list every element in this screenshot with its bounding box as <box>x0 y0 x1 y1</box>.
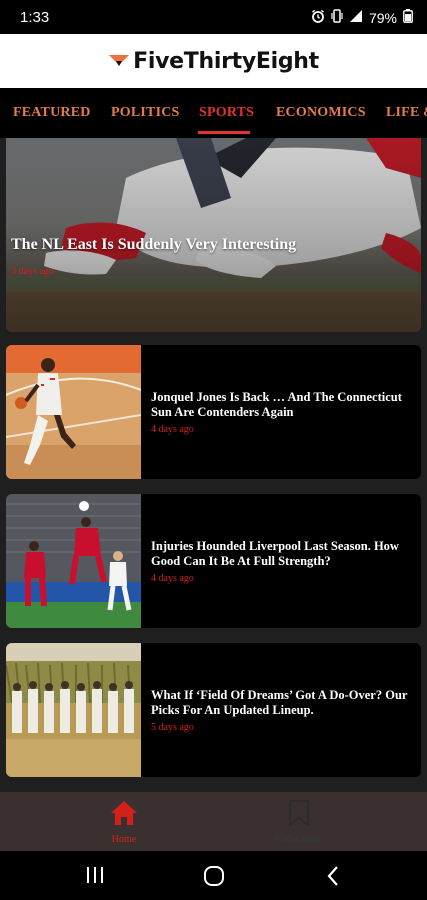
article-feed[interactable]: The NL East Is Suddenly Very Interesting… <box>0 138 427 792</box>
app-header: FiveThirtyEight <box>0 34 427 88</box>
alarm-icon <box>311 9 325 26</box>
hero-article[interactable]: The NL East Is Suddenly Very Interesting… <box>6 138 421 332</box>
fivethirtyeight-logo: FiveThirtyEight <box>108 49 319 74</box>
article-card-body: What If ‘Field Of Dreams’ Got A Do-Over?… <box>151 643 413 777</box>
article-title[interactable]: What If ‘Field Of Dreams’ Got A Do-Over?… <box>151 688 413 718</box>
article-card[interactable]: What If ‘Field Of Dreams’ Got A Do-Over?… <box>6 643 421 777</box>
home-circle-icon[interactable] <box>203 865 225 892</box>
tab-life[interactable]: LIFE & <box>386 105 427 121</box>
tab-featured[interactable]: FEATURED <box>13 105 91 121</box>
nav-collections-label: Collections <box>276 834 322 845</box>
vibrate-icon <box>331 9 343 26</box>
article-timestamp: 5 days ago <box>151 721 194 733</box>
article-card-body: Injuries Hounded Liverpool Last Season. … <box>151 494 413 628</box>
tab-economics[interactable]: ECONOMICS <box>276 105 366 121</box>
battery-icon <box>403 9 413 26</box>
recents-icon[interactable] <box>86 865 104 890</box>
fox-logo-icon <box>108 51 130 71</box>
status-bar: 1:33 79% <box>0 0 427 34</box>
nav-collections[interactable]: Collections <box>276 800 322 845</box>
home-icon <box>110 800 138 831</box>
battery-percent: 79% <box>368 9 397 26</box>
bookmark-icon <box>288 800 310 831</box>
article-card[interactable]: Jonquel Jones Is Back … And The Connecti… <box>6 345 421 479</box>
tab-politics[interactable]: POLITICS <box>111 105 180 121</box>
article-timestamp: 4 days ago <box>151 572 194 584</box>
article-title[interactable]: Injuries Hounded Liverpool Last Season. … <box>151 539 413 569</box>
article-card[interactable]: Injuries Hounded Liverpool Last Season. … <box>6 494 421 628</box>
soccer-photo <box>6 494 141 628</box>
article-title[interactable]: Jonquel Jones Is Back … And The Connecti… <box>151 390 413 420</box>
logo-text: FiveThirtyEight <box>133 48 319 74</box>
basketball-photo <box>6 345 141 479</box>
article-timestamp: 4 days ago <box>151 423 194 435</box>
system-navigation-bar <box>0 851 427 900</box>
active-tab-indicator <box>198 131 250 134</box>
status-time: 1:33 <box>20 9 50 26</box>
nav-home[interactable]: Home <box>110 800 138 845</box>
bottom-navigation: Home Collections <box>0 792 427 851</box>
hero-title[interactable]: The NL East Is Suddenly Very Interesting <box>11 236 296 254</box>
article-card-body: Jonquel Jones Is Back … And The Connecti… <box>151 345 413 479</box>
baseball-field-photo <box>6 643 141 777</box>
status-icons: 79% <box>311 9 413 26</box>
hero-overlay <box>6 138 421 332</box>
tab-sports[interactable]: SPORTS <box>199 105 254 121</box>
hero-timestamp: 3 days ago <box>11 266 54 277</box>
back-icon[interactable] <box>326 865 340 892</box>
nav-home-label: Home <box>111 834 137 845</box>
signal-icon <box>349 9 363 26</box>
